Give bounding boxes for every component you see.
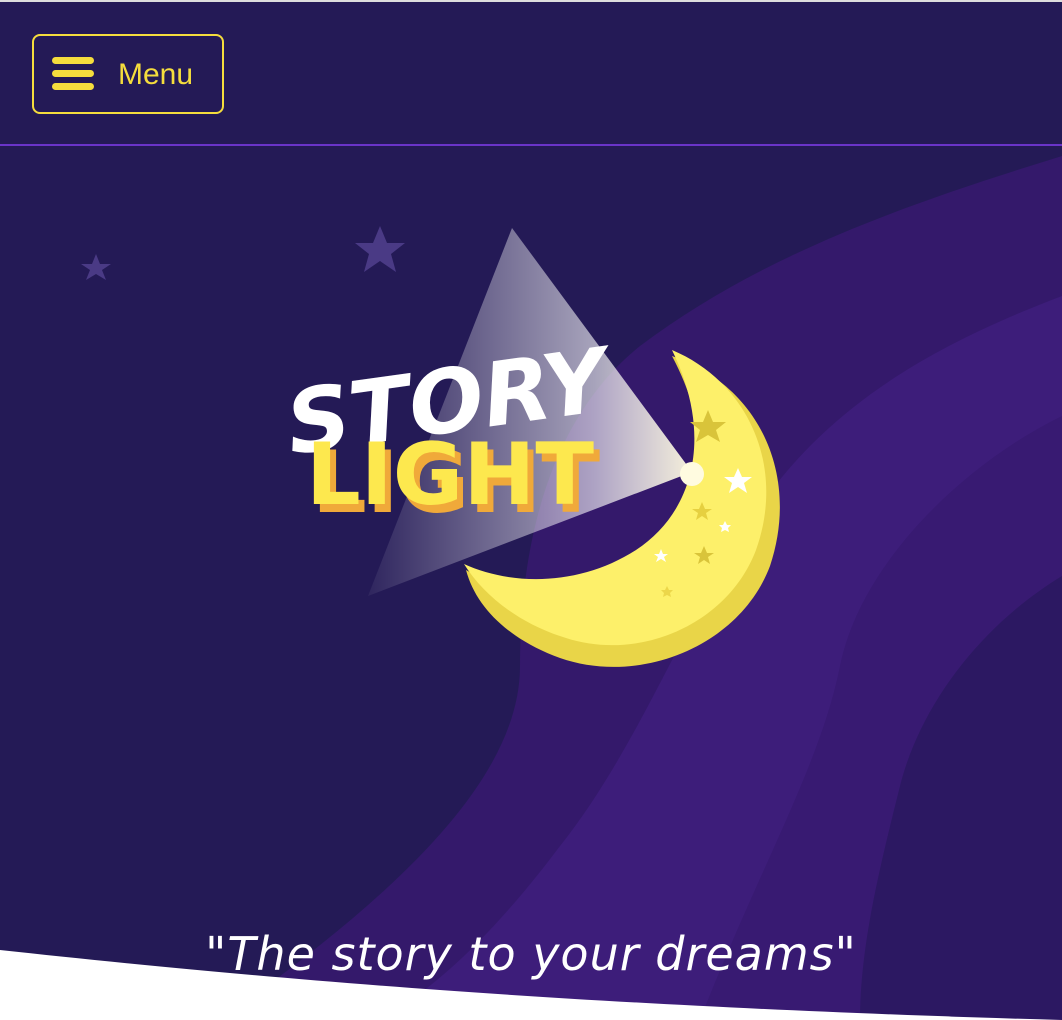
- menu-button[interactable]: Menu: [32, 34, 224, 114]
- menu-label: Menu: [118, 58, 194, 91]
- hamburger-icon: [52, 57, 94, 91]
- navbar: Menu: [0, 2, 1062, 146]
- hero-section: STORY LIGHT LIGHT "The story to your dre…: [0, 146, 1062, 1020]
- page: Menu STORY LIGHT LIGHT "The story to you…: [0, 0, 1062, 1020]
- tagline: "The story to your dreams": [205, 927, 857, 981]
- hero-background: STORY LIGHT LIGHT: [0, 146, 1062, 1020]
- logo-line-light: LIGHT: [306, 425, 594, 525]
